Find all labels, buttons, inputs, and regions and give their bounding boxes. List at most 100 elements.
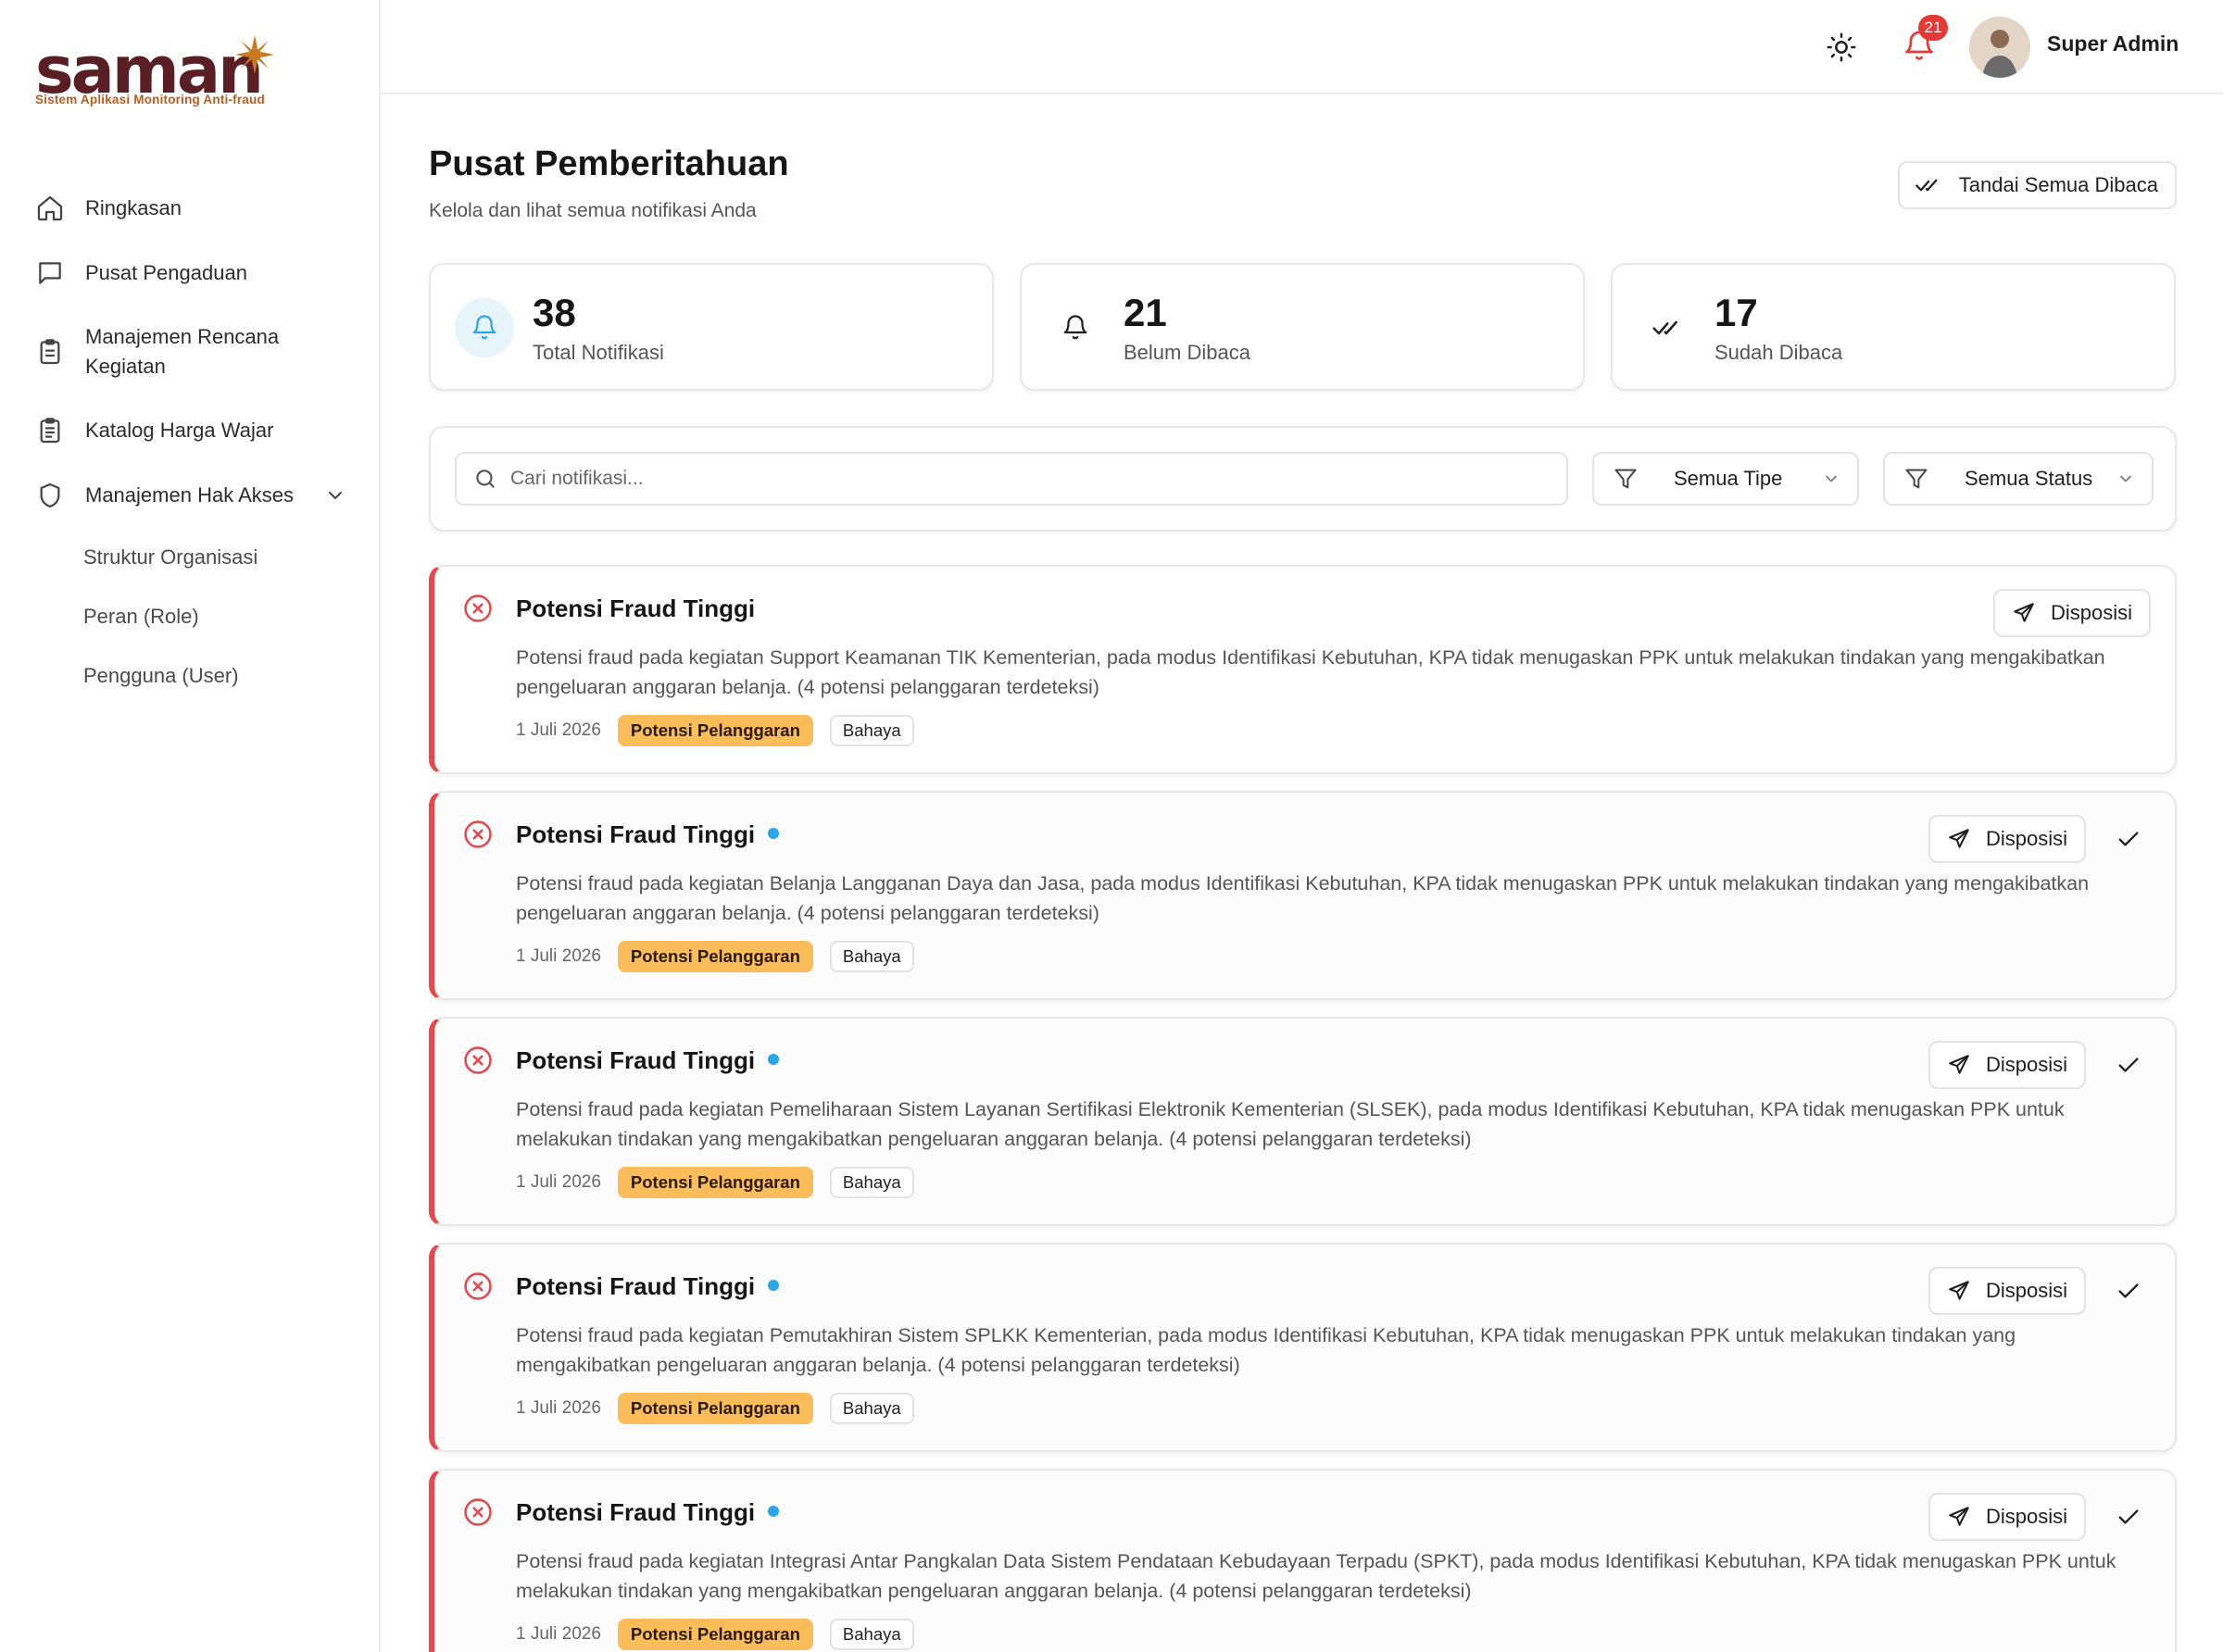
notification-description: Potensi fraud pada kegiatan Pemeliharaan…	[516, 1098, 2065, 1150]
category-tag: Potensi Pelanggaran	[617, 715, 813, 746]
mark-read-check-icon[interactable]	[2116, 826, 2141, 852]
sidebar-item-label: Manajemen Rencana Kegiatan	[85, 325, 280, 378]
disposisi-label: Disposisi	[1985, 1505, 2067, 1528]
error-circle-icon	[464, 594, 492, 622]
notification-date: 1 Juli 2026	[516, 720, 601, 740]
stat-icon-wrap	[1046, 298, 1105, 357]
disposisi-button[interactable]: Disposisi	[1928, 815, 2086, 863]
disposisi-label: Disposisi	[2050, 601, 2132, 624]
status-filter-select[interactable]: Semua Status	[1883, 452, 2154, 506]
notification-description: Potensi fraud pada kegiatan Belanja Lang…	[516, 872, 2090, 924]
stat-card-total: 38 Total Notifikasi	[429, 263, 994, 391]
search-input[interactable]	[510, 468, 1529, 490]
unread-dot	[768, 1054, 780, 1066]
chat-icon	[39, 262, 61, 284]
mark-read-check-icon[interactable]	[2116, 1052, 2141, 1078]
error-circle-icon	[464, 1046, 492, 1074]
logo-emblem-icon	[235, 35, 274, 74]
sidebar-subitem-pengguna-user[interactable]: Pengguna (User)	[35, 646, 350, 706]
type-filter-select[interactable]: Semua Tipe	[1592, 452, 1859, 506]
category-tag: Potensi Pelanggaran	[617, 1393, 813, 1424]
clipboard-list-icon	[40, 418, 60, 444]
disposisi-button[interactable]: Disposisi	[1992, 589, 2151, 637]
stat-value: 21	[1124, 291, 1167, 334]
disposisi-label: Disposisi	[1985, 827, 2067, 850]
severity-tag: Bahaya	[829, 941, 914, 972]
notification-date: 1 Juli 2026	[516, 946, 601, 966]
status-filter-value: Semua Status	[1965, 467, 2093, 490]
sidebar-item-label: Katalog Harga Wajar	[85, 419, 274, 442]
user-name[interactable]: Super Admin	[2047, 31, 2179, 56]
notification-meta: 1 Juli 2026 Potensi Pelanggaran Bahaya	[516, 1619, 914, 1650]
sidebar: saman Sistem Aplikasi Monitoring Anti-fr…	[0, 0, 381, 1652]
notification-card[interactable]: Potensi Fraud Tinggi Disposisi Potensi f…	[429, 1243, 2177, 1452]
disposisi-label: Disposisi	[1985, 1053, 2067, 1076]
user-avatar-icon	[1969, 17, 2030, 78]
mark-all-read-label: Tandai Semua Dibaca	[1958, 173, 2158, 196]
notification-card[interactable]: Potensi Fraud Tinggi Disposisi Potensi f…	[429, 791, 2177, 1000]
stat-label: Total Notifikasi	[533, 341, 664, 364]
notification-title: Potensi Fraud Tinggi	[516, 1498, 780, 1527]
sidebar-item-pusat-pengaduan[interactable]: Pusat Pengaduan	[35, 241, 350, 306]
sidebar-item-manajemen-rencana-kegiatan[interactable]: Manajemen Rencana Kegiatan	[35, 306, 350, 398]
notification-card[interactable]: Potensi Fraud Tinggi Disposisi Potensi f…	[429, 565, 2177, 774]
filter-icon	[1614, 469, 1637, 489]
notification-title-text: Potensi Fraud Tinggi	[516, 1272, 756, 1300]
stat-value: 38	[533, 291, 576, 334]
filter-bar: Semua Tipe Semua Status	[429, 426, 2177, 532]
sidebar-item-label: Pusat Pengaduan	[85, 261, 247, 284]
chevron-down-icon[interactable]	[324, 484, 346, 507]
disposisi-button[interactable]: Disposisi	[1928, 1267, 2086, 1315]
notification-date: 1 Juli 2026	[516, 1624, 601, 1644]
sidebar-subitem-struktur-organisasi[interactable]: Struktur Organisasi	[35, 528, 350, 587]
sidebar-nav: Ringkasan Pusat Pengaduan Manajemen Renc…	[35, 176, 350, 706]
notification-meta: 1 Juli 2026 Potensi Pelanggaran Bahaya	[516, 715, 914, 746]
send-icon	[1949, 829, 1969, 848]
mark-all-read-button[interactable]: Tandai Semua Dibaca	[1897, 161, 2177, 209]
category-tag: Potensi Pelanggaran	[617, 941, 813, 972]
home-icon	[37, 195, 63, 221]
disposisi-button[interactable]: Disposisi	[1928, 1493, 2086, 1541]
send-icon	[2014, 603, 2034, 622]
chevron-down-icon	[1826, 475, 1837, 482]
stat-card-read: 17 Sudah Dibaca	[1611, 263, 2176, 391]
search-icon	[476, 469, 495, 488]
type-filter-value: Semua Tipe	[1674, 467, 1783, 490]
mark-read-check-icon[interactable]	[2116, 1504, 2141, 1530]
double-check-icon	[1652, 320, 1677, 335]
unread-dot	[768, 828, 780, 840]
double-check-icon	[1915, 179, 1938, 192]
sidebar-subitem-peran-role[interactable]: Peran (Role)	[35, 587, 350, 646]
stats-row: 38 Total Notifikasi 21 Belum Dibaca 17 S…	[429, 263, 2177, 391]
search-box	[455, 452, 1568, 506]
chevron-down-icon	[2120, 475, 2131, 482]
clipboard-icon	[40, 339, 60, 365]
notification-date: 1 Juli 2026	[516, 1172, 601, 1192]
send-icon	[1949, 1281, 1969, 1300]
disposisi-button[interactable]: Disposisi	[1928, 1041, 2086, 1089]
notification-card[interactable]: Potensi Fraud Tinggi Disposisi Potensi f…	[429, 1017, 2177, 1226]
avatar[interactable]	[1969, 17, 2030, 78]
logo[interactable]: saman Sistem Aplikasi Monitoring Anti-fr…	[35, 33, 313, 117]
error-circle-icon	[464, 1498, 492, 1526]
sidebar-item-katalog-harga-wajar[interactable]: Katalog Harga Wajar	[35, 398, 350, 463]
unread-dot	[768, 1280, 780, 1292]
severity-tag: Bahaya	[829, 1619, 914, 1650]
notification-card[interactable]: Potensi Fraud Tinggi Disposisi Potensi f…	[429, 1469, 2177, 1652]
disposisi-label: Disposisi	[1985, 1279, 2067, 1302]
mark-read-check-icon[interactable]	[2116, 1278, 2141, 1304]
notification-title: Potensi Fraud Tinggi	[516, 594, 755, 623]
sidebar-item-ringkasan[interactable]: Ringkasan	[35, 176, 350, 241]
notification-description: Potensi fraud pada kegiatan Integrasi An…	[516, 1550, 2116, 1602]
notification-title: Potensi Fraud Tinggi	[516, 1272, 780, 1301]
stat-label: Belum Dibaca	[1124, 341, 1250, 364]
notification-title-text: Potensi Fraud Tinggi	[516, 1498, 756, 1526]
notification-meta: 1 Juli 2026 Potensi Pelanggaran Bahaya	[516, 1167, 914, 1198]
severity-tag: Bahaya	[829, 1393, 914, 1424]
send-icon	[1949, 1507, 1969, 1526]
notification-meta: 1 Juli 2026 Potensi Pelanggaran Bahaya	[516, 941, 914, 972]
category-tag: Potensi Pelanggaran	[617, 1619, 813, 1650]
filter-icon	[1905, 469, 1928, 489]
sidebar-item-manajemen-hak-akses[interactable]: Manajemen Hak Akses	[35, 463, 350, 528]
theme-toggle-sun-icon[interactable]	[1826, 31, 1857, 63]
